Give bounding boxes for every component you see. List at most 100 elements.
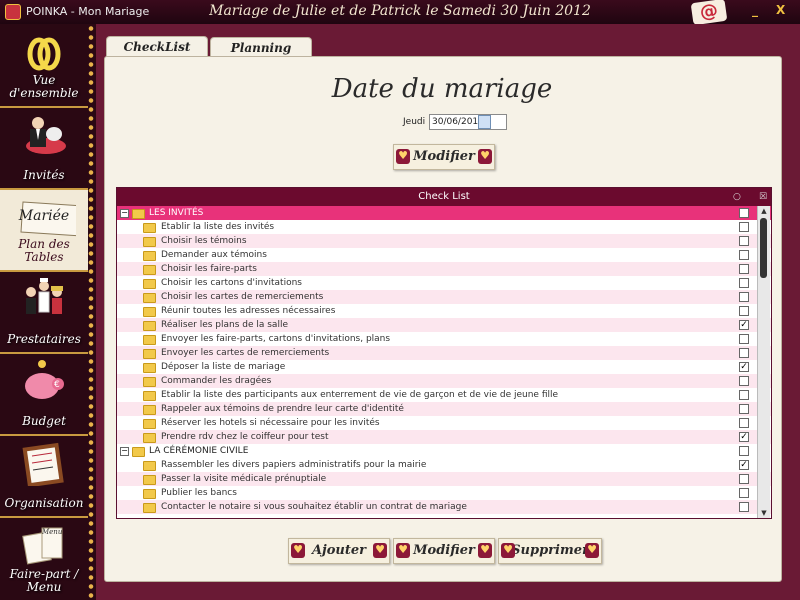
group-row[interactable]: − LA CÉRÉMONIE CIVILE (117, 444, 771, 458)
collapse-icon[interactable]: − (120, 447, 129, 456)
item-checkbox[interactable] (739, 446, 749, 456)
item-checkbox[interactable] (739, 250, 749, 260)
button-label: Supprimer (511, 543, 589, 558)
checklist-item[interactable]: Prendre rdv chez le coiffeur pour test ✓ (117, 430, 771, 444)
checklist-item[interactable]: Choisir les cartes de remerciements (117, 290, 771, 304)
checklist-item[interactable]: Demander aux témoins (117, 248, 771, 262)
checklist-item[interactable]: Contacter le notaire si vous souhaitez é… (117, 500, 771, 514)
sidebar-item-cards[interactable]: Menu Faire-part / Menu (0, 518, 88, 600)
scrollbar[interactable]: ▲ ▼ (757, 206, 770, 518)
checklist-item[interactable]: Réserver les hotels si nécessaire pour l… (117, 416, 771, 430)
pin-icon[interactable]: ○ (733, 188, 741, 206)
heart-icon (396, 538, 410, 562)
scroll-down-icon[interactable]: ▼ (758, 508, 770, 518)
item-label: Prendre rdv chez le coiffeur pour test (161, 432, 329, 442)
scroll-thumb[interactable] (760, 218, 767, 278)
menu-card-text: Menu (42, 528, 63, 536)
folder-icon (143, 307, 156, 317)
checklist-item[interactable]: Etablir la liste des invités (117, 220, 771, 234)
heart-icon (585, 538, 599, 562)
item-label: Etablir la liste des participants aux en… (161, 390, 559, 400)
item-checkbox[interactable] (739, 474, 749, 484)
item-checkbox[interactable] (739, 502, 749, 512)
tab-planning[interactable]: Planning (210, 37, 312, 58)
calendar-icon[interactable] (478, 115, 491, 129)
piggy-bank-icon: € (25, 360, 64, 399)
checklist-item[interactable]: Réunir toutes les adresses nécessaires (117, 304, 771, 318)
item-checkbox[interactable]: ✓ (739, 432, 749, 442)
item-checkbox[interactable] (739, 404, 749, 414)
modify-button[interactable]: Modifier (393, 538, 495, 564)
sidebar-item-label: Faire-part / Menu (9, 567, 79, 594)
button-label: Modifier (413, 543, 475, 558)
item-checkbox[interactable] (739, 306, 749, 316)
place-card-text: Mariée (18, 208, 70, 224)
folder-icon (143, 475, 156, 485)
checklist-item[interactable]: Choisir les témoins (117, 234, 771, 248)
checklist-item[interactable]: Choisir les cartons d'invitations (117, 276, 771, 290)
add-button[interactable]: Ajouter (288, 538, 390, 564)
close-button[interactable]: X (776, 3, 785, 17)
sidebar: Vue d'ensemble Invités Mariée Plan des T… (0, 24, 96, 600)
item-checkbox[interactable] (739, 222, 749, 232)
item-checkbox[interactable] (739, 208, 749, 218)
folder-icon (143, 321, 156, 331)
folder-icon (143, 433, 156, 443)
item-checkbox[interactable]: ✓ (739, 362, 749, 372)
checklist-item[interactable]: Choisir les faire-parts (117, 262, 771, 276)
sidebar-item-providers[interactable]: Prestataires (0, 272, 88, 354)
checklist-item[interactable]: Publier les bancs (117, 486, 771, 500)
sidebar-item-guests[interactable]: Invités (0, 108, 88, 190)
mail-icon[interactable]: @ (690, 0, 728, 26)
folder-icon (143, 293, 156, 303)
page-title: Date du mariage (331, 74, 553, 104)
checklist-item[interactable]: Envoyer les faire-parts, cartons d'invit… (117, 332, 771, 346)
check-all-icon[interactable]: ☒ (759, 188, 767, 206)
date-field[interactable]: 30/06/2012 (429, 114, 507, 130)
item-checkbox[interactable] (739, 390, 749, 400)
item-checkbox[interactable] (739, 236, 749, 246)
item-label: Publier les bancs (161, 488, 237, 498)
group-row[interactable]: − LES INVITÉS (117, 206, 771, 220)
minimize-button[interactable]: _ (752, 3, 758, 17)
sidebar-item-organisation[interactable]: Organisation (0, 436, 88, 518)
checklist-item[interactable]: Déposer la liste de mariage ✓ (117, 360, 771, 374)
folder-icon (143, 363, 156, 373)
collapse-icon[interactable]: − (120, 209, 129, 218)
item-checkbox[interactable] (739, 278, 749, 288)
item-checkbox[interactable] (739, 376, 749, 386)
checklist-item[interactable]: Etablir la liste des participants aux en… (117, 388, 771, 402)
checklist-item[interactable]: Rappeler aux témoins de prendre leur car… (117, 402, 771, 416)
sidebar-item-budget[interactable]: € Budget (0, 354, 88, 436)
item-checkbox[interactable] (739, 334, 749, 344)
open-folder-icon (132, 447, 145, 457)
checklist-item[interactable]: Passer la visite médicale prénuptiale (117, 472, 771, 486)
heart-icon (373, 538, 387, 562)
checklist-item[interactable]: Réaliser les plans de la salle ✓ (117, 318, 771, 332)
item-checkbox[interactable]: ✓ (739, 460, 749, 470)
sidebar-item-label: Plan des Tables (18, 237, 70, 264)
item-checkbox[interactable] (739, 488, 749, 498)
delete-button[interactable]: Supprimer (498, 538, 602, 564)
scroll-up-icon[interactable]: ▲ (758, 206, 770, 216)
item-label: Rappeler aux témoins de prendre leur car… (161, 404, 404, 414)
item-checkbox[interactable] (739, 418, 749, 428)
staff-icon (26, 278, 63, 314)
button-label: Ajouter (311, 543, 367, 558)
button-label: Modifier (413, 149, 475, 164)
folder-icon (143, 251, 156, 261)
item-label: Déposer la liste de mariage (161, 362, 286, 372)
item-checkbox[interactable] (739, 292, 749, 302)
checklist-item[interactable]: Commander les dragées (117, 374, 771, 388)
checklist-item[interactable]: Envoyer les cartes de remerciements (117, 346, 771, 360)
item-checkbox[interactable]: ✓ (739, 320, 749, 330)
checklist-item[interactable]: Rassembler les divers papiers administra… (117, 458, 771, 472)
item-label: Réserver les hotels si nécessaire pour l… (161, 418, 380, 428)
sidebar-item-tables[interactable]: Mariée Plan des Tables (0, 190, 88, 272)
item-label: Etablir la liste des invités (161, 222, 275, 232)
item-checkbox[interactable] (739, 348, 749, 358)
folder-icon (143, 503, 156, 513)
item-checkbox[interactable] (739, 264, 749, 274)
modify-date-button[interactable]: Modifier (393, 144, 495, 170)
sidebar-item-overview[interactable]: Vue d'ensemble (0, 26, 88, 108)
